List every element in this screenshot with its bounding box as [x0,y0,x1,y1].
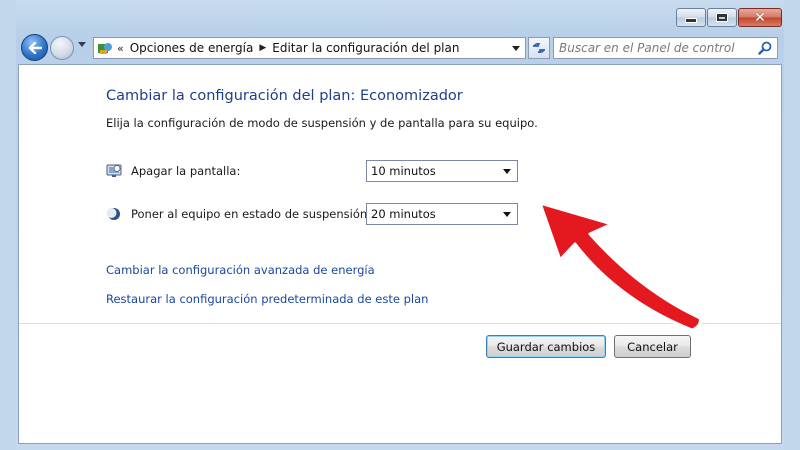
close-button[interactable]: ✕ [738,8,782,27]
window-frame-left [0,0,16,450]
chevron-down-icon [503,169,511,174]
navigation-bar: « Opciones de energía ▶ Editar la config… [18,32,782,64]
refresh-button[interactable] [528,37,550,59]
setting-sleep: Poner al equipo en estado de suspensión: [106,203,371,225]
monitor-icon [106,163,122,179]
moon-icon [106,206,122,222]
sleep-label: Poner al equipo en estado de suspensión: [131,207,372,221]
forward-button[interactable] [50,36,74,60]
save-changes-button[interactable]: Guardar cambios [486,335,606,358]
page-subtitle: Elija la configuración de modo de suspen… [106,116,538,130]
arrow-left-icon [28,41,42,54]
breadcrumb-item-power-options[interactable]: Opciones de energía [130,41,254,55]
address-bar[interactable]: « Opciones de energía ▶ Editar la config… [93,37,526,59]
breadcrumb-separator-icon[interactable]: ▶ [259,43,266,53]
page-title: Cambiar la configuración del plan: Econo… [106,88,463,104]
minimize-icon [685,18,697,23]
search-box[interactable] [553,37,778,59]
refresh-icon [533,43,545,53]
sleep-value: 20 minutos [371,207,436,221]
breadcrumb-item-edit-plan[interactable]: Editar la configuración del plan [272,41,459,55]
maximize-button[interactable] [707,8,737,27]
setting-display-off: Apagar la pantalla: [106,160,240,182]
close-icon: ✕ [754,9,766,26]
chevron-down-icon [503,212,511,217]
window-frame-right [784,0,800,450]
window: ✕ « Opciones de energía ▶ Editar la conf… [0,0,800,450]
control-panel-icon [97,40,113,56]
divider [19,323,781,324]
content-pane: Cambiar la configuración del plan: Econo… [18,64,782,444]
maximize-icon [716,13,728,22]
minimize-button[interactable] [676,8,706,27]
address-dropdown-arrow[interactable] [512,46,520,51]
advanced-settings-link[interactable]: Cambiar la configuración avanzada de ene… [106,263,375,277]
search-input[interactable] [554,40,757,56]
restore-defaults-link[interactable]: Restaurar la configuración predeterminad… [106,292,428,306]
cancel-button[interactable]: Cancelar [614,335,691,358]
sleep-select[interactable]: 20 minutos [366,203,518,225]
search-icon[interactable] [757,40,773,56]
display-off-select[interactable]: 10 minutos [366,160,518,182]
display-off-label: Apagar la pantalla: [131,164,241,178]
caption-buttons: ✕ [675,8,782,27]
display-off-value: 10 minutos [371,164,436,178]
recent-pages-dropdown[interactable] [78,42,86,47]
breadcrumb-overflow[interactable]: « [117,42,124,55]
back-button[interactable] [21,34,48,61]
